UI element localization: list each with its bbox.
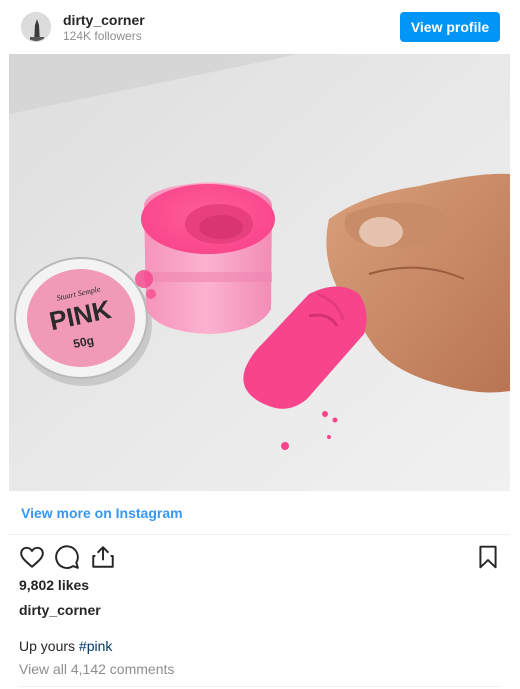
view-more-section: View more on Instagram [9,491,510,535]
post-actions [9,536,510,576]
caption-text: Up yours [19,638,79,654]
view-profile-button[interactable]: View profile [400,12,500,42]
caption-hashtag[interactable]: #pink [79,638,112,654]
instagram-embed-card: dirty_corner 124K followers View profile [9,0,510,689]
avatar[interactable] [21,12,51,42]
post-header: dirty_corner 124K followers View profile [9,0,510,54]
followers-count: 124K followers [63,29,142,43]
post-caption: Up yours #pink [19,638,112,654]
view-comments-link[interactable]: View all 4,142 comments [19,661,174,677]
post-image[interactable]: PINK 50g Stuart Semple [9,54,510,491]
username[interactable]: dirty_corner [63,12,145,28]
share-icon[interactable] [90,544,116,570]
divider [19,686,500,687]
heart-icon[interactable] [19,544,45,570]
owner-username[interactable]: dirty_corner [19,602,101,618]
bookmark-icon[interactable] [475,544,501,570]
likes-count[interactable]: 9,802 likes [19,577,89,593]
comment-icon[interactable] [54,544,80,570]
view-more-link[interactable]: View more on Instagram [21,505,183,521]
